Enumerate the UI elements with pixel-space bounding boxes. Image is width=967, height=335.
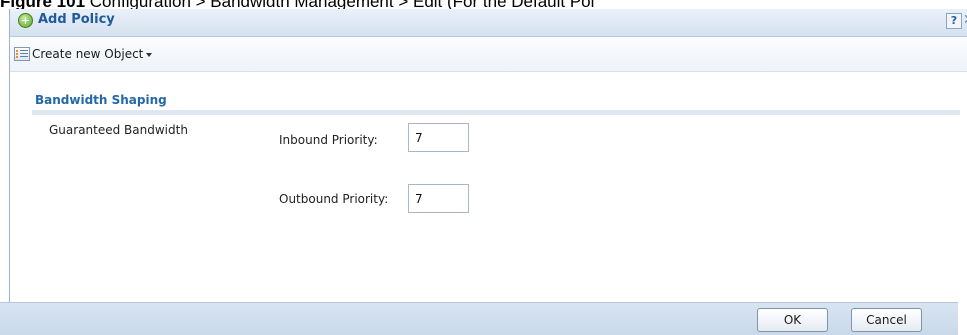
inbound-priority-input[interactable] xyxy=(408,123,469,152)
section-title-bandwidth-shaping: Bandwidth Shaping xyxy=(35,93,167,107)
cancel-button[interactable]: Cancel xyxy=(851,308,922,332)
dialog-footer: OK Cancel xyxy=(0,302,958,335)
close-button[interactable]: ✕ xyxy=(963,12,967,28)
add-icon xyxy=(18,13,33,28)
ok-button[interactable]: OK xyxy=(757,308,828,332)
outbound-priority-label: Outbound Priority: xyxy=(279,192,389,206)
create-new-object-button[interactable]: Create new Object xyxy=(14,46,153,62)
chevron-down-icon xyxy=(146,53,153,57)
dialog-title: Add Policy xyxy=(38,12,115,27)
toolbar: Create new Object xyxy=(10,37,967,72)
create-new-object-label: Create new Object xyxy=(32,47,144,61)
outbound-priority-input[interactable] xyxy=(408,184,469,213)
inbound-priority-label: Inbound Priority: xyxy=(279,133,378,147)
help-button[interactable]: ? xyxy=(946,13,962,29)
section-divider xyxy=(32,110,960,115)
dialog-title-bar[interactable]: Add Policy ? ✕ xyxy=(10,9,967,37)
guaranteed-bandwidth-label: Guaranteed Bandwidth xyxy=(49,123,188,137)
object-list-icon xyxy=(14,47,30,61)
add-policy-dialog: Add Policy ? ✕ Create new Object Bandwid… xyxy=(9,9,967,335)
